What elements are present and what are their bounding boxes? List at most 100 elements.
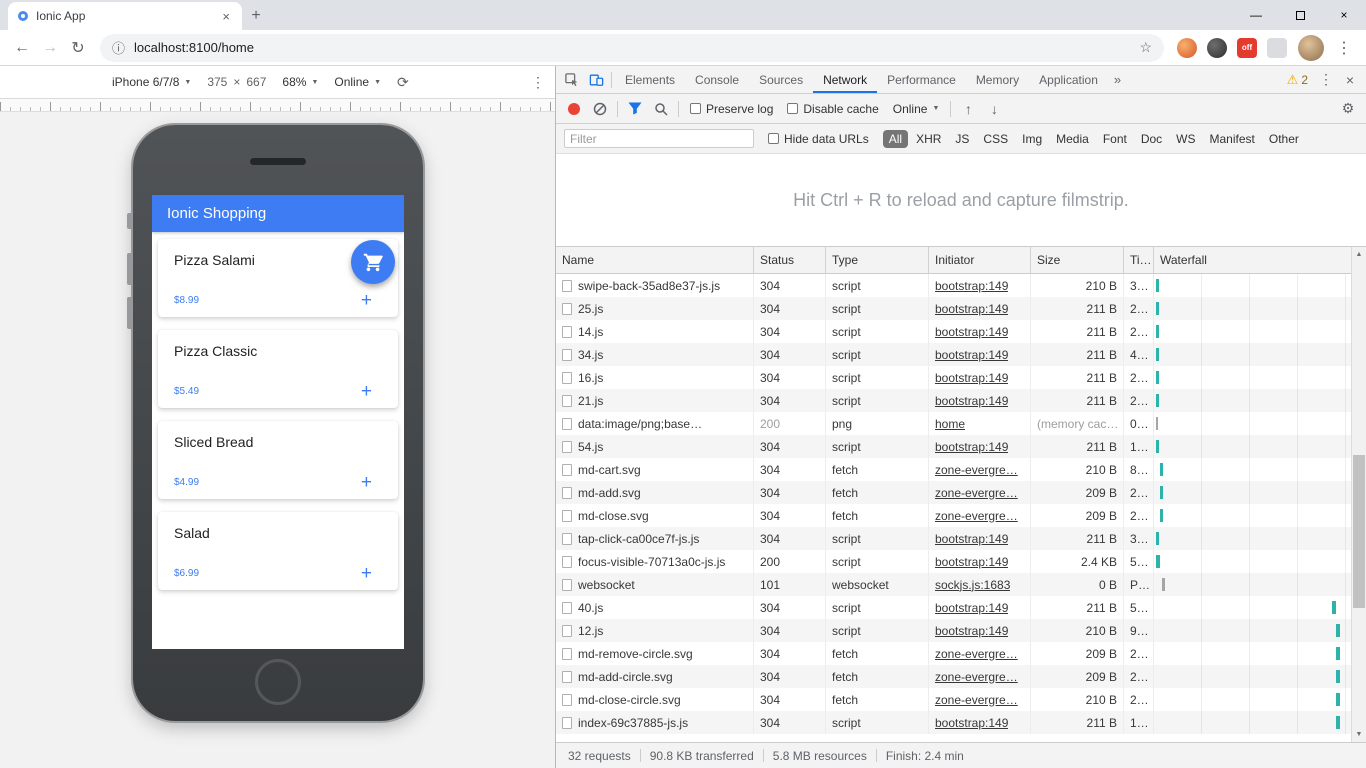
column-header-type[interactable]: Type: [826, 247, 929, 273]
extension-icon-off[interactable]: off: [1237, 38, 1257, 58]
filter-chip-manifest[interactable]: Manifest: [1204, 130, 1261, 148]
browser-menu-icon[interactable]: ⋮: [1330, 34, 1358, 62]
network-request-row[interactable]: md-add-circle.svg304fetchzone-evergre…20…: [556, 665, 1366, 688]
initiator-link[interactable]: bootstrap:149: [935, 601, 1008, 615]
initiator-link[interactable]: zone-evergre…: [935, 693, 1018, 707]
device-throttle-select[interactable]: Online ▼: [334, 75, 381, 89]
network-throttle-select[interactable]: Online ▼: [893, 102, 940, 116]
filter-chip-media[interactable]: Media: [1050, 130, 1095, 148]
initiator-link[interactable]: zone-evergre…: [935, 486, 1018, 500]
vertical-scrollbar[interactable]: ▲ ▼: [1351, 247, 1366, 742]
network-request-row[interactable]: 54.js304scriptbootstrap:149211 B1…: [556, 435, 1366, 458]
scroll-down-icon[interactable]: ▼: [1352, 727, 1366, 742]
preserve-log-checkbox[interactable]: Preserve log: [690, 102, 773, 116]
network-request-row[interactable]: 21.js304scriptbootstrap:149211 B2…: [556, 389, 1366, 412]
initiator-link[interactable]: bootstrap:149: [935, 624, 1008, 638]
add-to-cart-button[interactable]: +: [361, 563, 372, 585]
network-request-row[interactable]: md-close-circle.svg304fetchzone-evergre……: [556, 688, 1366, 711]
close-window-button[interactable]: ×: [1322, 0, 1366, 30]
back-icon[interactable]: ←: [8, 34, 36, 62]
initiator-link[interactable]: bootstrap:149: [935, 440, 1008, 454]
new-tab-button[interactable]: +: [242, 2, 270, 30]
devtools-tab-sources[interactable]: Sources: [749, 66, 813, 93]
column-header-waterfall[interactable]: Waterfall: [1154, 247, 1366, 273]
cart-fab-button[interactable]: [351, 240, 395, 284]
network-request-row[interactable]: md-cart.svg304fetchzone-evergre…210 B8…: [556, 458, 1366, 481]
initiator-link[interactable]: zone-evergre…: [935, 670, 1018, 684]
column-header-status[interactable]: Status: [754, 247, 826, 273]
initiator-link[interactable]: bootstrap:149: [935, 325, 1008, 339]
initiator-link[interactable]: zone-evergre…: [935, 509, 1018, 523]
filter-chip-xhr[interactable]: XHR: [910, 130, 947, 148]
devtools-tab-elements[interactable]: Elements: [615, 66, 685, 93]
filter-input[interactable]: [564, 129, 754, 148]
column-header-name[interactable]: Name: [556, 247, 754, 273]
tab-close-icon[interactable]: ×: [220, 9, 232, 24]
initiator-link[interactable]: bootstrap:149: [935, 371, 1008, 385]
devtools-menu-icon[interactable]: ⋮: [1314, 68, 1338, 92]
network-request-row[interactable]: focus-visible-70713a0c-js.js200scriptboo…: [556, 550, 1366, 573]
devtools-tab-memory[interactable]: Memory: [966, 66, 1029, 93]
viewport-width-field[interactable]: 375: [207, 75, 227, 89]
initiator-link[interactable]: bootstrap:149: [935, 394, 1008, 408]
rotate-icon[interactable]: ⟳: [397, 74, 409, 91]
settings-gear-icon[interactable]: ⚙: [1336, 97, 1360, 121]
initiator-link[interactable]: bootstrap:149: [935, 555, 1008, 569]
devtools-tab-console[interactable]: Console: [685, 66, 749, 93]
profile-avatar[interactable]: [1298, 35, 1324, 61]
network-request-row[interactable]: md-add.svg304fetchzone-evergre…209 B2…: [556, 481, 1366, 504]
devtools-tab-application[interactable]: Application: [1029, 66, 1108, 93]
network-request-row[interactable]: md-close.svg304fetchzone-evergre…209 B2…: [556, 504, 1366, 527]
filter-chip-ws[interactable]: WS: [1170, 130, 1201, 148]
network-request-row[interactable]: tap-click-ca00ce7f-js.js304scriptbootstr…: [556, 527, 1366, 550]
network-request-row[interactable]: 12.js304scriptbootstrap:149210 B9…: [556, 619, 1366, 642]
initiator-link[interactable]: bootstrap:149: [935, 348, 1008, 362]
filter-chip-doc[interactable]: Doc: [1135, 130, 1168, 148]
inspect-element-icon[interactable]: [560, 68, 584, 92]
zoom-select[interactable]: 68% ▼: [282, 75, 318, 89]
minimize-button[interactable]: —: [1234, 0, 1278, 30]
device-toolbar-toggle-icon[interactable]: [584, 68, 608, 92]
initiator-link[interactable]: bootstrap:149: [935, 302, 1008, 316]
extension-icon-4[interactable]: [1267, 38, 1287, 58]
network-request-row[interactable]: 14.js304scriptbootstrap:149211 B2…: [556, 320, 1366, 343]
devtools-close-icon[interactable]: ×: [1338, 68, 1362, 92]
initiator-link[interactable]: home: [935, 417, 965, 431]
filter-chip-other[interactable]: Other: [1263, 130, 1305, 148]
initiator-link[interactable]: sockjs.js:1683: [935, 578, 1010, 592]
filter-icon[interactable]: [623, 97, 647, 121]
scrollbar-thumb[interactable]: [1353, 455, 1365, 608]
initiator-link[interactable]: zone-evergre…: [935, 463, 1018, 477]
record-button[interactable]: [568, 103, 580, 115]
column-header-ti[interactable]: Ti…: [1124, 247, 1154, 273]
filter-chip-img[interactable]: Img: [1016, 130, 1048, 148]
device-toolbar-menu-icon[interactable]: ⋮: [531, 74, 545, 91]
console-warnings-badge[interactable]: ⚠ 2: [1287, 72, 1308, 88]
network-request-row[interactable]: websocket101websocketsockjs.js:16830 BP…: [556, 573, 1366, 596]
column-header-initiator[interactable]: Initiator: [929, 247, 1031, 273]
network-request-row[interactable]: index-69c37885-js.js304scriptbootstrap:1…: [556, 711, 1366, 734]
extension-icon-2[interactable]: [1207, 38, 1227, 58]
add-to-cart-button[interactable]: +: [361, 290, 372, 312]
initiator-link[interactable]: bootstrap:149: [935, 532, 1008, 546]
extension-icon-1[interactable]: [1177, 38, 1197, 58]
devtools-tab-network[interactable]: Network: [813, 66, 877, 93]
network-request-row[interactable]: 34.js304scriptbootstrap:149211 B4…: [556, 343, 1366, 366]
network-request-row[interactable]: 16.js304scriptbootstrap:149211 B2…: [556, 366, 1366, 389]
network-request-row[interactable]: 25.js304scriptbootstrap:149211 B2…: [556, 297, 1366, 320]
import-har-icon[interactable]: ↑: [956, 97, 980, 121]
bookmark-star-icon[interactable]: ☆: [1139, 39, 1152, 56]
export-har-icon[interactable]: ↓: [982, 97, 1006, 121]
devtools-tab-performance[interactable]: Performance: [877, 66, 966, 93]
hide-data-urls-checkbox[interactable]: Hide data URLs: [768, 132, 869, 146]
device-select[interactable]: iPhone 6/7/8 ▼: [112, 75, 191, 89]
disable-cache-checkbox[interactable]: Disable cache: [787, 102, 878, 116]
address-bar[interactable]: ⓘ localhost:8100/home ☆: [100, 34, 1164, 62]
more-tabs-icon[interactable]: »: [1108, 72, 1127, 87]
initiator-link[interactable]: bootstrap:149: [935, 716, 1008, 730]
scroll-up-icon[interactable]: ▲: [1352, 247, 1366, 262]
filter-chip-css[interactable]: CSS: [977, 130, 1014, 148]
network-request-row[interactable]: data:image/png;base…200pnghome(memory ca…: [556, 412, 1366, 435]
refresh-icon[interactable]: ↻: [64, 34, 92, 62]
search-icon[interactable]: [649, 97, 673, 121]
